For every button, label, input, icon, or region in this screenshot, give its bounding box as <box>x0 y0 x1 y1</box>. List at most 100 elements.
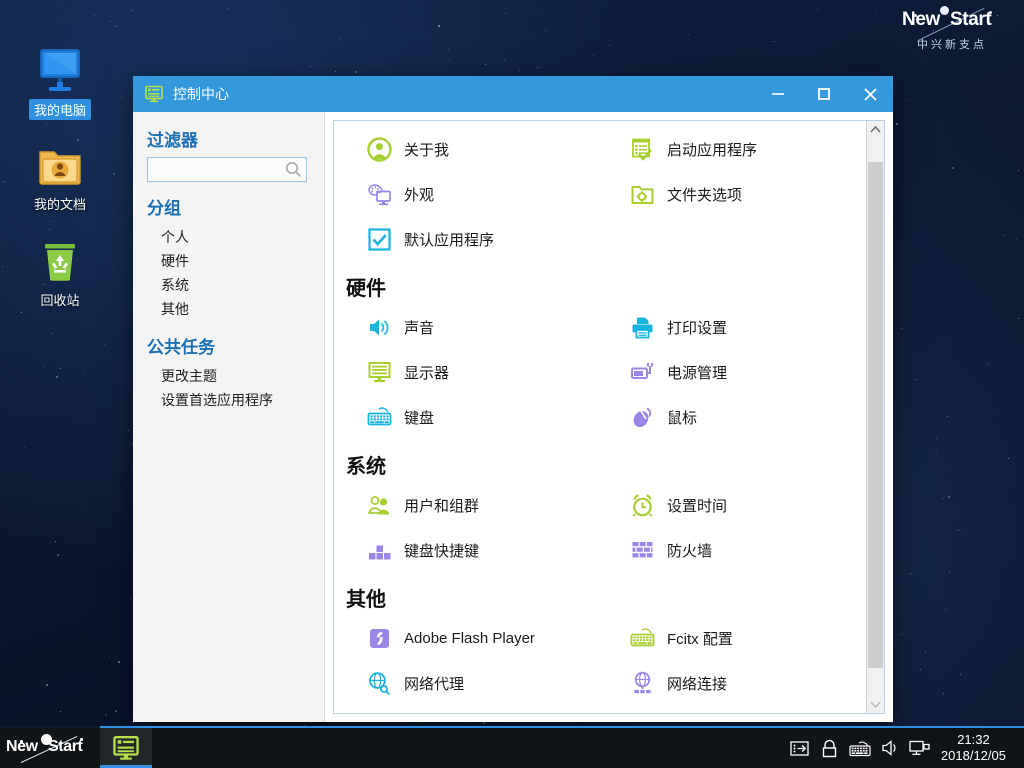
settings-item-label: 键盘快捷键 <box>404 543 480 560</box>
firewall-icon <box>629 538 655 564</box>
control-center-icon <box>113 736 139 760</box>
settings-item-label: Adobe Flash Player <box>404 630 535 647</box>
settings-item-power[interactable]: 电源管理 <box>603 350 866 395</box>
clock-date: 2018/12/05 <box>940 748 1006 763</box>
settings-list: 关于我 启动应用程序 外观 文件夹选项 默认应用程序 硬件 声音 打印设置 显示… <box>334 121 866 713</box>
desktop[interactable]: New Start 中兴新支点 我的电脑 我的文档 回收站 控制中心 过滤器 分… <box>0 0 1024 768</box>
sidebar-task-preferred-apps[interactable]: 设置首选应用程序 <box>147 388 324 412</box>
settings-item-network-connection[interactable]: 网络连接 <box>603 661 866 706</box>
sound-icon <box>366 315 392 341</box>
power-icon <box>629 360 655 386</box>
settings-item-firewall[interactable]: 防火墙 <box>603 528 866 573</box>
settings-item-accessibility[interactable]: 辅助技术 <box>340 706 603 713</box>
settings-item-label: 电源管理 <box>667 365 728 382</box>
sidebar: 过滤器 分组 个人 硬件 系统 其他 公共任务 更改主题 设置首选应用程序 <box>133 112 325 722</box>
minimize-button[interactable] <box>755 76 801 112</box>
start-button[interactable]: New Start <box>0 728 100 768</box>
settings-item-folder-options[interactable]: 文件夹选项 <box>603 172 866 217</box>
settings-item-label: 文件夹选项 <box>667 187 743 204</box>
settings-item-mouse[interactable]: 鼠标 <box>603 395 866 440</box>
settings-item-datetime[interactable]: 设置时间 <box>603 483 866 528</box>
section-personal-items: 关于我 启动应用程序 外观 文件夹选项 默认应用程序 <box>340 127 866 262</box>
window-titlebar[interactable]: 控制中心 <box>133 76 893 112</box>
vertical-scrollbar[interactable] <box>866 121 884 713</box>
settings-item-label: 默认应用程序 <box>404 232 495 249</box>
shortcuts-icon <box>366 538 392 564</box>
scroll-down-button[interactable] <box>867 696 884 713</box>
settings-item-appearance[interactable]: 外观 <box>340 172 603 217</box>
network-proxy-icon <box>366 671 392 697</box>
sidebar-item-hardware[interactable]: 硬件 <box>147 249 324 273</box>
taskbar-accent-line <box>0 726 1024 728</box>
control-center-window[interactable]: 控制中心 过滤器 分组 个人 硬件 系统 其他 公共任务 更改主题 设置首选应用… <box>133 76 893 722</box>
monitor-icon <box>12 42 108 94</box>
start-logo-start: Start <box>48 738 83 755</box>
lock-icon[interactable] <box>815 728 845 768</box>
settings-item-label: 网络连接 <box>667 676 728 693</box>
section-title-hardware: 硬件 <box>346 278 386 300</box>
display-icon[interactable] <box>905 728 935 768</box>
settings-item-flash-player[interactable]: Adobe Flash Player <box>340 616 603 661</box>
sidebar-item-system[interactable]: 系统 <box>147 273 324 297</box>
desktop-icon-my-computer[interactable]: 我的电脑 <box>12 42 108 120</box>
start-logo-new: New <box>6 738 38 755</box>
display-icon <box>366 360 392 386</box>
window-title: 控制中心 <box>173 86 229 102</box>
filter-heading: 过滤器 <box>147 131 198 150</box>
system-tray: 21:32 2018/12/05 <box>785 728 1024 768</box>
settings-item-users-groups[interactable]: 用户和组群 <box>340 483 603 528</box>
settings-item-label: 键盘 <box>404 410 435 427</box>
folder-user-icon <box>12 136 108 188</box>
control-center-icon <box>145 85 163 103</box>
taskbar[interactable]: New Start 21:32 2018/12/05 <box>0 726 1024 768</box>
section-other-items: Adobe Flash Player Fcitx 配置 网络代理 网络连接 <box>340 616 866 713</box>
settings-item-label: 声音 <box>404 320 435 337</box>
default-apps-icon <box>366 227 392 253</box>
keyboard-icon <box>366 405 392 431</box>
settings-item-default-apps[interactable]: 默认应用程序 <box>340 217 603 262</box>
scroll-up-button[interactable] <box>867 121 884 138</box>
start-logo: New Start <box>4 734 96 764</box>
settings-item-shortcuts[interactable]: 键盘快捷键 <box>340 528 603 573</box>
desktop-icon-label: 我的文档 <box>33 197 86 212</box>
mouse-icon <box>629 405 655 431</box>
settings-item-input-method[interactable]: 输入法选择器 <box>603 706 866 713</box>
desktop-icon-recycle-bin[interactable]: 回收站 <box>12 232 108 310</box>
keyboard-icon[interactable] <box>845 728 875 768</box>
settings-item-label: 打印设置 <box>667 320 728 337</box>
settings-item-sound[interactable]: 声音 <box>340 305 603 350</box>
search-field-wrapper[interactable] <box>147 157 307 182</box>
logout-icon[interactable] <box>785 728 815 768</box>
groups-heading: 分组 <box>147 199 181 218</box>
maximize-button[interactable] <box>801 76 847 112</box>
settings-item-label: 外观 <box>404 187 435 204</box>
settings-item-printer[interactable]: 打印设置 <box>603 305 866 350</box>
brand-watermark: New Start 中兴新支点 <box>894 6 1010 52</box>
settings-item-about-me[interactable]: 关于我 <box>340 127 603 172</box>
clock-time: 21:32 <box>957 732 990 747</box>
desktop-icon-my-documents[interactable]: 我的文档 <box>12 136 108 214</box>
printer-icon <box>629 315 655 341</box>
settings-item-fcitx-config[interactable]: Fcitx 配置 <box>603 616 866 661</box>
taskbar-item-control-center[interactable] <box>100 728 152 768</box>
settings-item-startup-apps[interactable]: 启动应用程序 <box>603 127 866 172</box>
settings-item-display[interactable]: 显示器 <box>340 350 603 395</box>
settings-item-label: 防火墙 <box>667 543 713 560</box>
settings-item-label: 鼠标 <box>667 410 698 427</box>
section-title-system: 系统 <box>346 456 386 478</box>
recycle-bin-icon <box>12 232 108 284</box>
sidebar-item-personal[interactable]: 个人 <box>147 225 324 249</box>
watermark-subtitle: 中兴新支点 <box>917 39 987 51</box>
sidebar-task-change-theme[interactable]: 更改主题 <box>147 364 324 388</box>
close-button[interactable] <box>847 76 893 112</box>
scrollbar-track[interactable] <box>867 138 884 696</box>
volume-icon[interactable] <box>875 728 905 768</box>
settings-item-label: 启动应用程序 <box>667 142 758 159</box>
search-input[interactable] <box>147 157 307 182</box>
settings-item-keyboard[interactable]: 键盘 <box>340 395 603 440</box>
taskbar-clock[interactable]: 21:32 2018/12/05 <box>935 732 1016 764</box>
sidebar-item-other[interactable]: 其他 <box>147 297 324 321</box>
scrollbar-thumb[interactable] <box>868 162 883 668</box>
settings-item-network-proxy[interactable]: 网络代理 <box>340 661 603 706</box>
desktop-icon-label: 回收站 <box>40 293 80 308</box>
